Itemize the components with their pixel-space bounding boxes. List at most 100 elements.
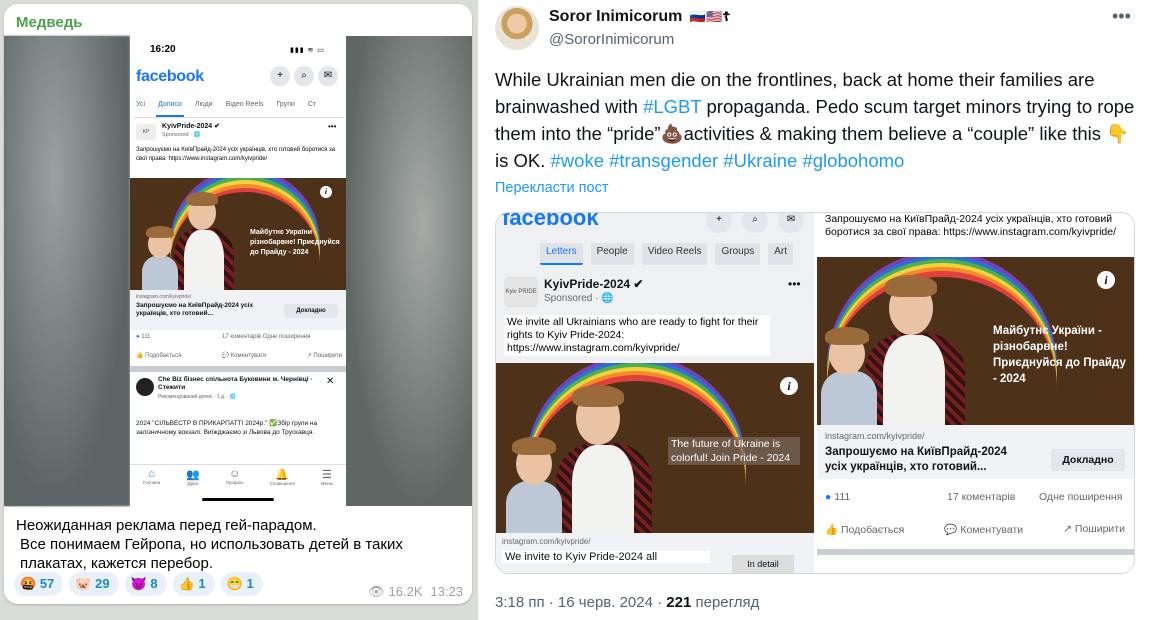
translated-ad-image: i The future of Ukraine is colorful! Joi… bbox=[496, 363, 814, 533]
hashtag-links[interactable]: #woke #transgender #Ukraine #globohomo bbox=[551, 150, 905, 171]
info-icon: i bbox=[780, 377, 798, 395]
phone-ad-image-text: Майбутнє України - різнобарвне! Приєднуй… bbox=[250, 229, 340, 256]
nav-label: Профіль bbox=[225, 480, 244, 485]
reaction-chip[interactable]: 🐷 29 bbox=[69, 572, 119, 596]
phone-post2-name: Che Biz бізнес спільнота Буковини м. Чер… bbox=[158, 376, 313, 391]
translated-sponsored: Sponsored · 🌐 bbox=[544, 293, 614, 304]
telegram-panel: Медведь 16:20 ▮▮▮ ≋ ▭ facebook + ⌕ ✉ Усі… bbox=[0, 0, 478, 620]
tab-people: People bbox=[590, 243, 634, 265]
facebook-logo: facebook bbox=[136, 68, 204, 85]
media-blur-right bbox=[346, 36, 472, 506]
tweet-image[interactable]: facebook + ⌕ ✉ Letters People Video Reel… bbox=[495, 212, 1135, 574]
tab-letters: Letters bbox=[540, 243, 583, 265]
reaction-chip[interactable]: 🤬 57 bbox=[14, 572, 64, 596]
phone-time: 16:20 bbox=[150, 44, 176, 55]
devil-icon: 😈 bbox=[130, 576, 147, 591]
phone-link-title: Запрошуємо на КиївПрайд-2024 усіх україн… bbox=[136, 302, 254, 317]
translated-tabs: Letters People Video Reels Groups Art bbox=[502, 243, 814, 265]
more-icon: ••• bbox=[328, 122, 337, 131]
younger-boy-hair bbox=[146, 226, 174, 238]
phone-tab: Усі bbox=[136, 101, 146, 108]
original-actions: 👍 Подобається 💬 Коментувати ↗ Поширити bbox=[825, 523, 1125, 536]
reaction-chip[interactable]: 👍 1 bbox=[172, 572, 215, 596]
nav-label: Сповіщення bbox=[269, 481, 295, 486]
original-link-domain: instagram.com/kyivpride/ bbox=[825, 431, 925, 441]
reaction-chip[interactable]: 😁 1 bbox=[220, 572, 263, 596]
original-link-bar: instagram.com/kyivpride/ Запрошуємо на К… bbox=[817, 425, 1134, 479]
reaction-chip[interactable]: 😈 8 bbox=[124, 572, 167, 596]
original-comments: 17 коментарів bbox=[947, 491, 1016, 503]
tab-art: Art bbox=[768, 243, 794, 265]
like-icon: ● bbox=[825, 491, 832, 503]
info-icon: i bbox=[1097, 271, 1115, 289]
phone-tab: Ст bbox=[307, 101, 317, 108]
share-action: ↗ Поширити bbox=[1063, 523, 1125, 535]
message-author[interactable]: Медведь bbox=[16, 14, 82, 31]
search-icon: ⌕ bbox=[294, 66, 314, 86]
tab-video-reels: Video Reels bbox=[641, 243, 708, 265]
tweet-panel: Soror Inimicorum 🇷🇺🇺🇸☦ @SororInimicorum … bbox=[478, 0, 1153, 620]
tweet-text: While Ukrainian men die on the frontline… bbox=[495, 66, 1145, 174]
pig-icon: 🐷 bbox=[75, 576, 92, 591]
tab-groups: Groups bbox=[715, 243, 761, 265]
friends-icon: 👥 bbox=[186, 469, 200, 481]
original-shares: Одне поширення bbox=[1039, 491, 1123, 503]
message-time: 13:23 bbox=[430, 584, 464, 599]
phone-tab: Люди bbox=[194, 101, 213, 108]
phone-tab: Групи bbox=[276, 101, 295, 108]
profile-icon: ☺ bbox=[229, 468, 241, 480]
phone-likes: 111 bbox=[141, 334, 151, 340]
tweet-timestamp[interactable]: 3:18 пп · 16 черв. 2024 · bbox=[495, 594, 666, 611]
translated-post-text: We invite all Ukrainians who are ready t… bbox=[504, 315, 770, 356]
younger-boy-shirt bbox=[142, 256, 178, 290]
message-line: Все понимаем Гейропа, но использовать де… bbox=[20, 536, 403, 572]
kyivpride-logo: Kyiv PRIDE bbox=[504, 277, 538, 307]
display-name[interactable]: Soror Inimicorum 🇷🇺🇺🇸☦ bbox=[549, 8, 731, 26]
phone-comments: 17 коментарів Одне поширення bbox=[222, 334, 311, 340]
tweet-meta: 3:18 пп · 16 черв. 2024 · 221 перегляд bbox=[495, 594, 759, 611]
reaction-count: 8 bbox=[150, 576, 158, 591]
message-media[interactable]: 16:20 ▮▮▮ ≋ ▭ facebook + ⌕ ✉ Усі Дописи … bbox=[4, 36, 472, 506]
nav-notifications: 🔔 Сповіщення bbox=[270, 468, 295, 500]
nav-friends: 👥 Друзі bbox=[186, 468, 200, 500]
older-boy-hair bbox=[885, 275, 937, 297]
display-name-text: Soror Inimicorum bbox=[549, 8, 683, 25]
messenger-icon: ✉ bbox=[778, 213, 804, 233]
phone-separator bbox=[130, 366, 346, 372]
kyivpride-logo: KP bbox=[136, 124, 156, 140]
older-boy-hair bbox=[572, 385, 624, 407]
phone-ad-image: i Майбутнє України - різнобарвне! Приєдн… bbox=[130, 178, 346, 290]
message-text: Неожиданная реклама перед гей-парадом. В… bbox=[16, 516, 456, 573]
phone-share-action: ↗ Поширити bbox=[306, 353, 342, 359]
translated-ad-screenshot: facebook + ⌕ ✉ Letters People Video Reel… bbox=[496, 213, 814, 573]
translate-link[interactable]: Перекласти пост bbox=[495, 180, 608, 196]
older-boy-tshirt bbox=[572, 445, 634, 533]
phone-actions: 👍 Подобається 💬 Коментувати ↗ Поширити bbox=[136, 352, 342, 359]
home-icon: ⌂ bbox=[148, 468, 155, 480]
user-handle[interactable]: @SororInimicorum bbox=[549, 31, 674, 48]
like-icon: ● bbox=[136, 334, 140, 340]
like-action: 👍 Подобається bbox=[825, 524, 905, 536]
nav-profile: ☺ Профіль bbox=[226, 468, 244, 500]
learn-more-button: Докладно bbox=[1051, 449, 1125, 471]
phone-sponsored: Sponsored · 🌐 bbox=[162, 132, 201, 138]
eye-icon: 👁 bbox=[368, 584, 385, 599]
tweet-view-count: 221 bbox=[666, 594, 692, 611]
nav-menu: ☰ Меню bbox=[321, 468, 333, 500]
original-ad-screenshot: Запрошуємо на КиївПрайд-2024 усіх україн… bbox=[817, 213, 1134, 573]
younger-boy-hair bbox=[512, 437, 556, 455]
view-count: 16.2K bbox=[388, 584, 423, 599]
home-indicator bbox=[202, 498, 274, 501]
original-likes: 111 bbox=[834, 491, 851, 503]
older-boy-tshirt bbox=[184, 230, 224, 290]
hashtag-link[interactable]: #LGBT bbox=[643, 96, 701, 117]
phone-tabs: Усі Дописи Люди Відео Reels Групи Ст bbox=[134, 98, 344, 118]
phone-tab-active: Дописи bbox=[156, 98, 184, 117]
more-options-icon[interactable]: ••• bbox=[1112, 6, 1131, 27]
phone-link-bar: instagram.com/kyivpride/ Запрошуємо на К… bbox=[130, 290, 346, 330]
older-boy-tshirt bbox=[883, 335, 945, 425]
avatar[interactable] bbox=[495, 6, 539, 50]
angry-icon: 🤬 bbox=[20, 576, 37, 591]
phone-post2-sub: Рекомендований допис · 1 д. · 🌐 bbox=[158, 394, 237, 400]
younger-boy-shirt bbox=[821, 371, 877, 425]
